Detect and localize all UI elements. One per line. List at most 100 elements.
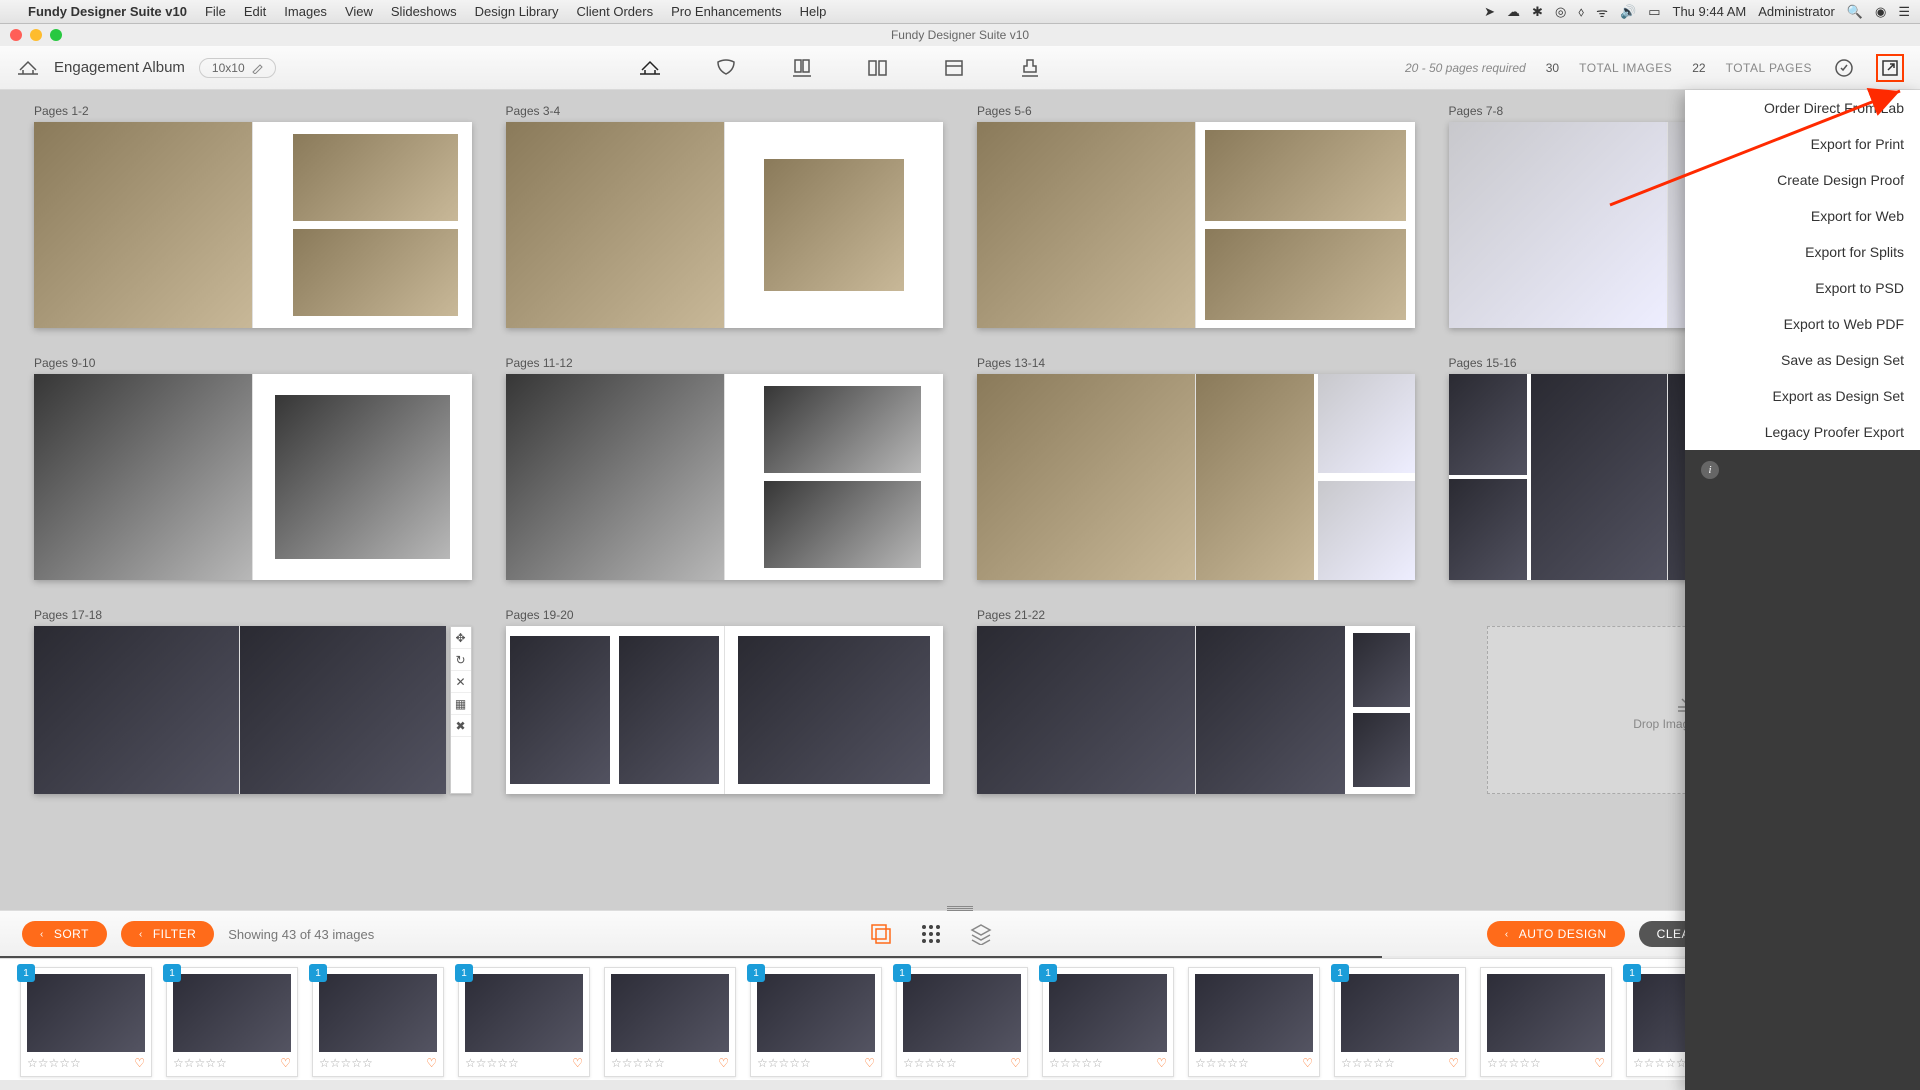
heart-icon[interactable]: ♡ <box>426 1056 437 1070</box>
menu-help[interactable]: Help <box>800 4 827 19</box>
wifi-icon[interactable]: ᯤ <box>1596 3 1608 21</box>
clock[interactable]: Thu 9:44 AM <box>1673 4 1747 19</box>
zoom-button[interactable] <box>50 29 62 41</box>
grid-view-icon[interactable] <box>920 923 942 945</box>
album-title[interactable]: Engagement Album <box>54 59 185 76</box>
spread-item[interactable]: Pages 9-10 <box>34 356 472 580</box>
menubar-app[interactable]: Fundy Designer Suite v10 <box>28 4 187 19</box>
menu-export-psd[interactable]: Export to PSD <box>1685 270 1920 306</box>
grid-tool-icon[interactable]: ▦ <box>451 693 471 715</box>
stars[interactable]: ☆☆☆☆☆ <box>1341 1056 1395 1070</box>
stars[interactable]: ☆☆☆☆☆ <box>1633 1056 1687 1070</box>
heart-icon[interactable]: ♡ <box>134 1056 145 1070</box>
heart-icon[interactable]: ♡ <box>280 1056 291 1070</box>
rotate-tool-icon[interactable]: ↻ <box>451 649 471 671</box>
menu-client-orders[interactable]: Client Orders <box>576 4 653 19</box>
siri-icon[interactable]: ◉ <box>1875 4 1886 20</box>
menu-design-library[interactable]: Design Library <box>475 4 559 19</box>
thumbnail-rating[interactable]: ☆☆☆☆☆ ♡ <box>1341 1056 1459 1070</box>
card-icon[interactable] <box>942 56 966 80</box>
auto-design-button[interactable]: ‹AUTO DESIGN <box>1487 921 1625 947</box>
menu-export-webpdf[interactable]: Export to Web PDF <box>1685 306 1920 342</box>
resize-groove[interactable] <box>947 906 973 911</box>
sort-button[interactable]: ‹SORT <box>22 921 107 947</box>
heart-icon[interactable]: ♡ <box>1010 1056 1021 1070</box>
stars[interactable]: ☆☆☆☆☆ <box>757 1056 811 1070</box>
thumbnail-rating[interactable]: ☆☆☆☆☆♡ <box>1049 1056 1167 1070</box>
album-size-pill[interactable]: 10x10 <box>199 58 276 78</box>
thumbnail[interactable]: ☆☆☆☆☆ ♡ <box>1480 967 1612 1077</box>
thumbnail-rating[interactable]: ☆☆☆☆☆ ♡ <box>319 1056 437 1070</box>
status-icon[interactable]: ➤ <box>1484 4 1495 20</box>
thumbnail-rating[interactable]: ☆☆☆☆☆♡ <box>173 1056 291 1070</box>
thumbnail[interactable]: 1 ☆☆☆☆☆♡ <box>458 967 590 1077</box>
spread-item[interactable]: Pages 11-12 <box>506 356 944 580</box>
menu-images[interactable]: Images <box>284 4 327 19</box>
delete-tool-icon[interactable]: ✖ <box>451 715 471 737</box>
menu-view[interactable]: View <box>345 4 373 19</box>
menu-edit[interactable]: Edit <box>244 4 266 19</box>
thumbnail-rating[interactable]: ☆☆☆☆☆ ♡ <box>27 1056 145 1070</box>
thumbnail[interactable]: 1 ☆☆☆☆☆♡ <box>312 967 444 1077</box>
thumbnail-rating[interactable]: ☆☆☆☆☆♡ <box>611 1056 729 1070</box>
menu-export-print[interactable]: Export for Print <box>1685 126 1920 162</box>
layers-icon[interactable] <box>970 923 992 945</box>
thumbnail[interactable]: 1 ☆☆☆☆☆♡ <box>20 967 152 1077</box>
minimize-button[interactable] <box>30 29 42 41</box>
thumbnail[interactable]: 1 ☆☆☆☆☆♡ <box>166 967 298 1077</box>
display-icon[interactable]: ▭ <box>1648 4 1660 20</box>
menu-save-designset[interactable]: Save as Design Set <box>1685 342 1920 378</box>
shuffle-tool-icon[interactable]: ✕ <box>451 671 471 693</box>
menu-legacy-proofer[interactable]: Legacy Proofer Export <box>1685 414 1920 450</box>
export-button[interactable] <box>1876 54 1904 82</box>
thumbnail-rating[interactable]: ☆☆☆☆☆ ♡ <box>757 1056 875 1070</box>
thumbnail-rating[interactable]: ☆☆☆☆☆ ♡ <box>903 1056 1021 1070</box>
volume-icon[interactable]: 🔊 <box>1620 4 1636 20</box>
menu-order-direct[interactable]: Order Direct From Lab <box>1685 90 1920 126</box>
heart-icon[interactable]: ♡ <box>572 1056 583 1070</box>
stars[interactable]: ☆☆☆☆☆ <box>1487 1056 1541 1070</box>
stars[interactable]: ☆☆☆☆☆ <box>27 1056 81 1070</box>
menu-file[interactable]: File <box>205 4 226 19</box>
status-icon[interactable]: ◎ <box>1555 4 1566 20</box>
heart-icon[interactable]: ♡ <box>718 1056 729 1070</box>
heart-icon[interactable]: ♡ <box>1448 1056 1459 1070</box>
filter-button[interactable]: ‹FILTER <box>121 921 214 947</box>
menu-export-web[interactable]: Export for Web <box>1685 198 1920 234</box>
spread-item[interactable]: Pages 3-4 <box>506 104 944 328</box>
stars[interactable]: ☆☆☆☆☆ <box>1049 1056 1103 1070</box>
thumbnail[interactable]: ☆☆☆☆☆♡ <box>1188 967 1320 1077</box>
proofer-icon[interactable] <box>714 56 738 80</box>
close-button[interactable] <box>10 29 22 41</box>
menu-slideshows[interactable]: Slideshows <box>391 4 457 19</box>
stamp-icon[interactable] <box>1018 56 1042 80</box>
heart-icon[interactable]: ♡ <box>864 1056 875 1070</box>
stars[interactable]: ☆☆☆☆☆ <box>319 1056 373 1070</box>
spread-item[interactable]: Pages 19-20 <box>506 608 944 794</box>
thumbnail-rating[interactable]: ☆☆☆☆☆ ♡ <box>1487 1056 1605 1070</box>
spotlight-icon[interactable]: 🔍 <box>1847 4 1863 20</box>
thumbnail-rating[interactable]: ☆☆☆☆☆ ♡ <box>465 1056 583 1070</box>
stars[interactable]: ☆☆☆☆☆ <box>903 1056 957 1070</box>
wall-icon[interactable] <box>866 56 890 80</box>
designer-module-icon[interactable] <box>638 56 662 80</box>
gallery-icon[interactable] <box>790 56 814 80</box>
menu-create-proof[interactable]: Create Design Proof <box>1685 162 1920 198</box>
info-icon[interactable]: i <box>1701 461 1719 479</box>
status-icon[interactable]: ⬨ <box>1578 4 1584 20</box>
stars[interactable]: ☆☆☆☆☆ <box>465 1056 519 1070</box>
user[interactable]: Administrator <box>1758 4 1835 19</box>
spread-item[interactable]: Pages 13-14 <box>977 356 1415 580</box>
menu-export-designset[interactable]: Export as Design Set <box>1685 378 1920 414</box>
design-canvas[interactable]: Pages 1-2 Pages 3-4 Pages 5-6 <box>0 90 1920 910</box>
status-icon[interactable]: ☁ <box>1507 4 1520 20</box>
select-icon[interactable] <box>870 923 892 945</box>
status-icon[interactable]: ✱ <box>1532 4 1543 20</box>
spread-item[interactable]: Pages 21-22 <box>977 608 1415 794</box>
thumbnail[interactable]: ☆☆☆☆☆♡ <box>604 967 736 1077</box>
thumbnail[interactable]: 1 ☆☆☆☆☆♡ <box>750 967 882 1077</box>
menu-pro-enhancements[interactable]: Pro Enhancements <box>671 4 782 19</box>
designer-icon[interactable] <box>16 56 40 80</box>
spread-item[interactable]: Pages 5-6 <box>977 104 1415 328</box>
heart-icon[interactable]: ♡ <box>1594 1056 1605 1070</box>
